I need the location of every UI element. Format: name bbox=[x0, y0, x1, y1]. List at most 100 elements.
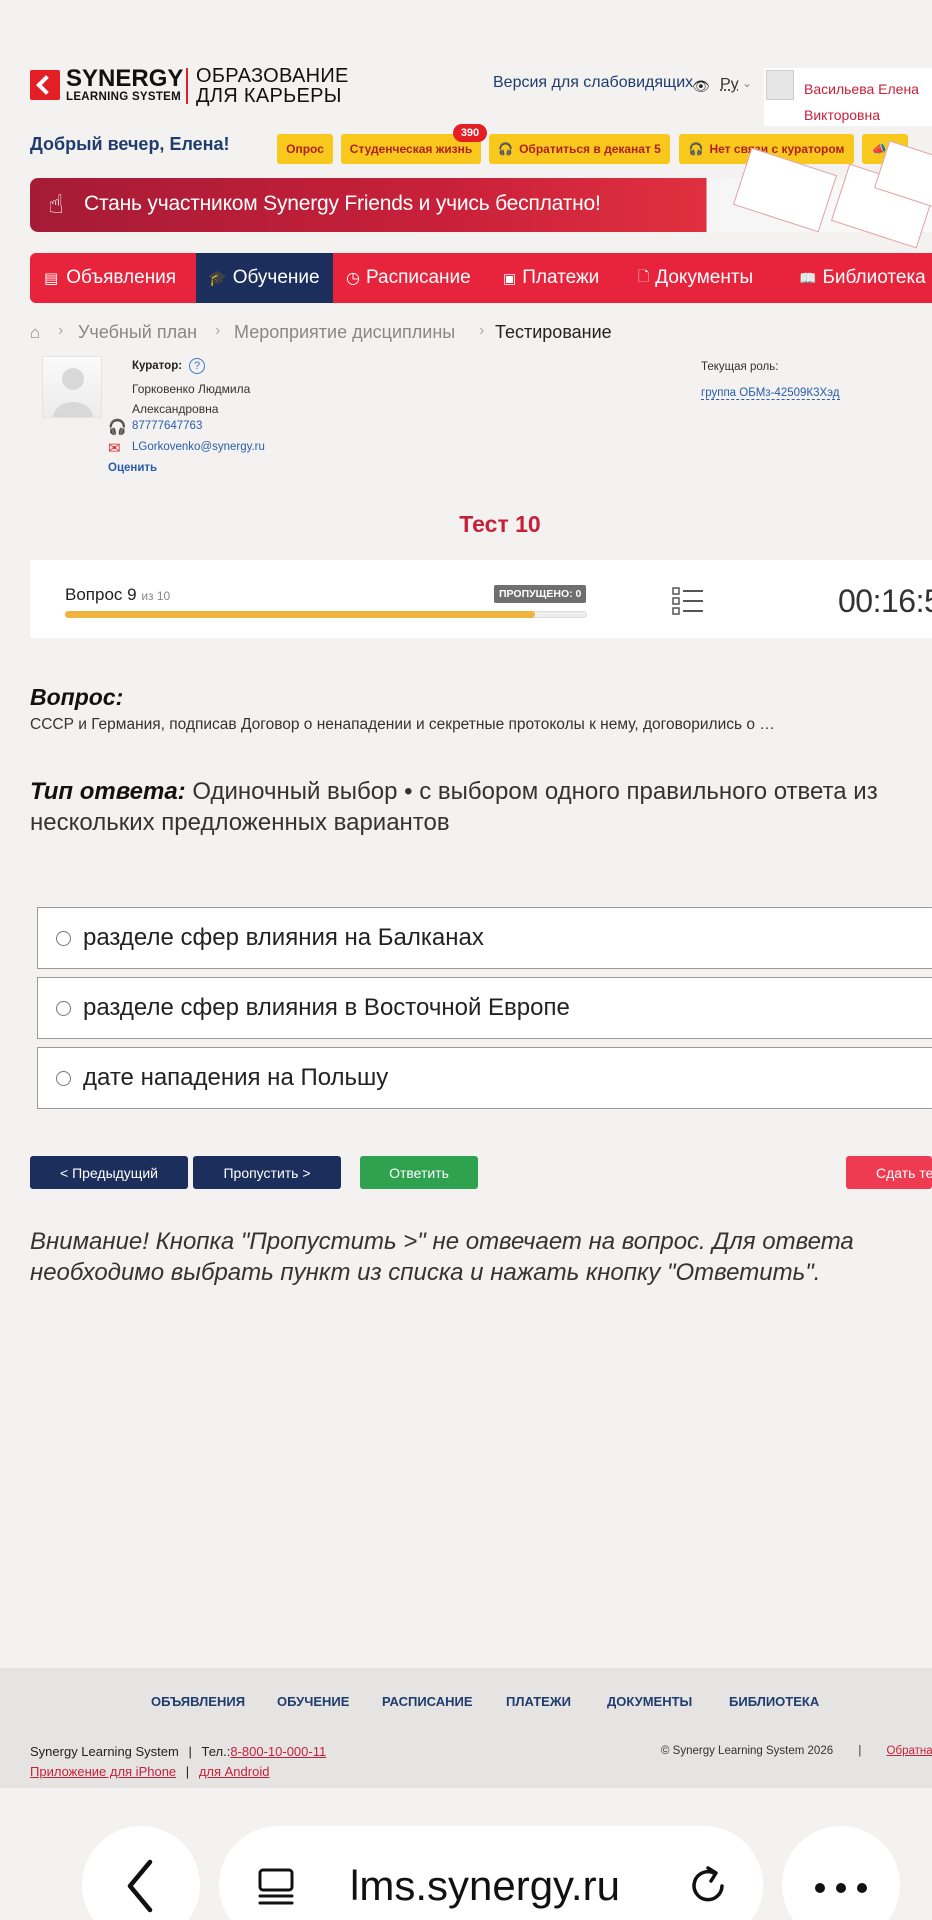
footer-phone-label: Тел.: bbox=[201, 1744, 231, 1759]
curator-name: Горковенко Людмила Александровна bbox=[132, 382, 251, 416]
clock-icon: ◷ bbox=[346, 270, 360, 287]
progress-fill bbox=[65, 611, 535, 618]
student-life-label: Студенческая жизнь bbox=[349, 142, 473, 156]
answer-type-label: Тип ответа: bbox=[30, 778, 186, 805]
submit-test-button[interactable]: Сдать тес bbox=[846, 1156, 932, 1189]
curator-avatar bbox=[42, 356, 102, 418]
greeting: Добрый вечер, Елена! bbox=[30, 134, 230, 154]
avatar[interactable] bbox=[766, 70, 794, 100]
copyright: © Synergy Learning System 2026 | Обратна bbox=[661, 1745, 932, 1757]
nav-item-label: Документы bbox=[655, 267, 754, 288]
mail-icon: ✉ bbox=[108, 440, 121, 457]
feedback-link[interactable]: Обратна bbox=[887, 1745, 932, 1757]
no-curator-contact-label: Нет связи с куратором bbox=[709, 142, 845, 156]
footer-link-education[interactable]: ОБУЧЕНИЕ bbox=[277, 1694, 349, 1709]
answer-option-3[interactable]: дате нападения на Польшу bbox=[37, 1047, 932, 1109]
notification-badge: 390 bbox=[453, 124, 487, 142]
footer-apps: Приложение для iPhone | для Android bbox=[30, 1764, 270, 1779]
answer-type: Тип ответа: Одиночный выбор • с выбором … bbox=[30, 776, 930, 838]
nav-item-announcements[interactable]: ▤ Объявления bbox=[44, 253, 176, 303]
browser-more-button[interactable] bbox=[782, 1826, 900, 1920]
browser-back-button[interactable] bbox=[82, 1826, 200, 1920]
nav-item-documents[interactable]: 🗋 Документы bbox=[638, 253, 753, 303]
breadcrumb-discipline-event[interactable]: Мероприятие дисциплины bbox=[234, 322, 455, 343]
footer-link-library[interactable]: БИБЛИОТЕКА bbox=[729, 1694, 819, 1709]
breadcrumb-separator: › bbox=[479, 322, 485, 339]
curator-phone-link[interactable]: 87777647763 bbox=[132, 420, 202, 432]
footer-contacts: Synergy Learning System | Тел.:8-800-10-… bbox=[30, 1744, 327, 1759]
question-total: из 10 bbox=[141, 589, 171, 603]
footer-link-documents[interactable]: ДОКУМЕНТЫ bbox=[607, 1694, 692, 1709]
headset-icon: 🎧 bbox=[498, 142, 514, 156]
document-icon: ▤ bbox=[44, 270, 59, 287]
question-list-icon[interactable] bbox=[672, 586, 704, 616]
reload-icon[interactable] bbox=[686, 1864, 730, 1908]
footer-phone-link[interactable]: 8-800-10-000-11 bbox=[230, 1744, 326, 1759]
eye-icon[interactable]: 👁 bbox=[692, 78, 710, 95]
logo-title[interactable]: SYNERGY bbox=[66, 67, 183, 91]
answer-option-label: разделе сфер влияния на Балканах bbox=[83, 924, 484, 951]
curator-label: Куратор: bbox=[132, 360, 183, 372]
iphone-app-link[interactable]: Приложение для iPhone bbox=[30, 1764, 176, 1779]
nav-item-label: Расписание bbox=[365, 267, 471, 288]
nav-item-schedule[interactable]: ◷ Расписание bbox=[346, 253, 471, 303]
more-dots-icon bbox=[815, 1883, 867, 1893]
help-icon[interactable]: ? bbox=[189, 358, 205, 374]
radio-button[interactable] bbox=[56, 930, 71, 946]
breadcrumb-study-plan[interactable]: Учебный план bbox=[78, 322, 197, 343]
user-name[interactable]: Васильева Елена Викторовна bbox=[804, 76, 932, 128]
poll-label: Опрос bbox=[286, 142, 324, 156]
question-counter: Вопрос 9 из 10 bbox=[65, 585, 170, 605]
current-role-value[interactable]: группа ОБМз-42509К3Хэд bbox=[701, 387, 840, 400]
headset-icon: 🎧 bbox=[688, 142, 704, 156]
curator-email-link[interactable]: LGorkovenko@synergy.ru bbox=[132, 441, 265, 453]
tabs-icon[interactable] bbox=[256, 1866, 296, 1906]
chevron-left-icon bbox=[127, 1859, 153, 1913]
nav-item-education[interactable]: 🎓 Обучение bbox=[208, 253, 320, 303]
android-app-link[interactable]: для Android bbox=[199, 1764, 270, 1779]
footer-link-schedule[interactable]: РАСПИСАНИЕ bbox=[382, 1694, 473, 1709]
skip-button[interactable]: Пропустить > bbox=[193, 1156, 341, 1189]
low-vision-link[interactable]: Версия для слабовидящих bbox=[493, 74, 693, 92]
rate-curator-link[interactable]: Оценить bbox=[108, 462, 157, 474]
answer-option-label: дате нападения на Польшу bbox=[83, 1064, 389, 1091]
skipped-badge: ПРОПУЩЕНО: 0 bbox=[494, 585, 587, 603]
graduation-cap-icon: 🎓 bbox=[208, 270, 227, 287]
question-number: Вопрос 9 bbox=[65, 585, 137, 604]
breadcrumb-separator: › bbox=[58, 322, 64, 339]
nav-item-label: Объявления bbox=[66, 267, 177, 288]
contact-dean-button[interactable]: 🎧 Обратиться в деканат 5 bbox=[489, 134, 670, 164]
language-selector[interactable]: Ру bbox=[720, 76, 739, 94]
chevron-down-icon[interactable]: ⌄ bbox=[742, 76, 752, 90]
logo-tagline-line1: ОБРАЗОВАНИЕ bbox=[196, 65, 349, 87]
nav-item-label: Обучение bbox=[232, 267, 320, 288]
footer-link-announcements[interactable]: ОБЪЯВЛЕНИЯ bbox=[151, 1694, 245, 1709]
previous-button[interactable]: < Предыдущий bbox=[30, 1156, 188, 1189]
book-icon: 📖 bbox=[799, 269, 817, 286]
radio-button[interactable] bbox=[56, 1070, 71, 1086]
breadcrumb-separator: › bbox=[215, 322, 221, 339]
current-role-label: Текущая роль: bbox=[701, 361, 779, 373]
logo-tagline: ОБРАЗОВАНИЕ ДЛЯ КАРЬЕРЫ bbox=[196, 66, 349, 106]
radio-button[interactable] bbox=[56, 1000, 71, 1016]
synergy-logo-icon[interactable] bbox=[30, 70, 60, 100]
footer-link-payments[interactable]: ПЛАТЕЖИ bbox=[506, 1694, 571, 1709]
breadcrumb-current: Тестирование bbox=[495, 322, 612, 342]
question-text: СССР и Германия, подписав Договор о нена… bbox=[30, 716, 775, 733]
money-icon: ▣ bbox=[503, 269, 517, 286]
poll-button[interactable]: Опрос bbox=[277, 134, 333, 164]
nav-item-label: Библиотека bbox=[822, 267, 926, 288]
answer-button[interactable]: Ответить bbox=[360, 1156, 478, 1189]
answer-option-1[interactable]: разделе сфер влияния на Балканах bbox=[37, 907, 932, 969]
test-title: Тест 10 bbox=[459, 511, 541, 537]
nav-item-payments[interactable]: ▣ Платежи bbox=[503, 253, 599, 303]
nav-item-library[interactable]: 📖 Библиотека bbox=[799, 253, 926, 303]
copyright-text: © Synergy Learning System 2026 bbox=[661, 1745, 834, 1757]
home-icon[interactable]: ⌂ bbox=[30, 323, 40, 343]
answer-option-2[interactable]: разделе сфер влияния в Восточной Европе bbox=[37, 977, 932, 1039]
banner-text[interactable]: Стань участником Synergy Friends и учись… bbox=[84, 192, 601, 216]
url-text[interactable]: lms.synergy.ru bbox=[350, 1862, 620, 1910]
file-icon: 🗋 bbox=[638, 268, 650, 284]
nav-item-label: Платежи bbox=[522, 267, 600, 288]
timer: 00:16:5 bbox=[838, 583, 932, 619]
